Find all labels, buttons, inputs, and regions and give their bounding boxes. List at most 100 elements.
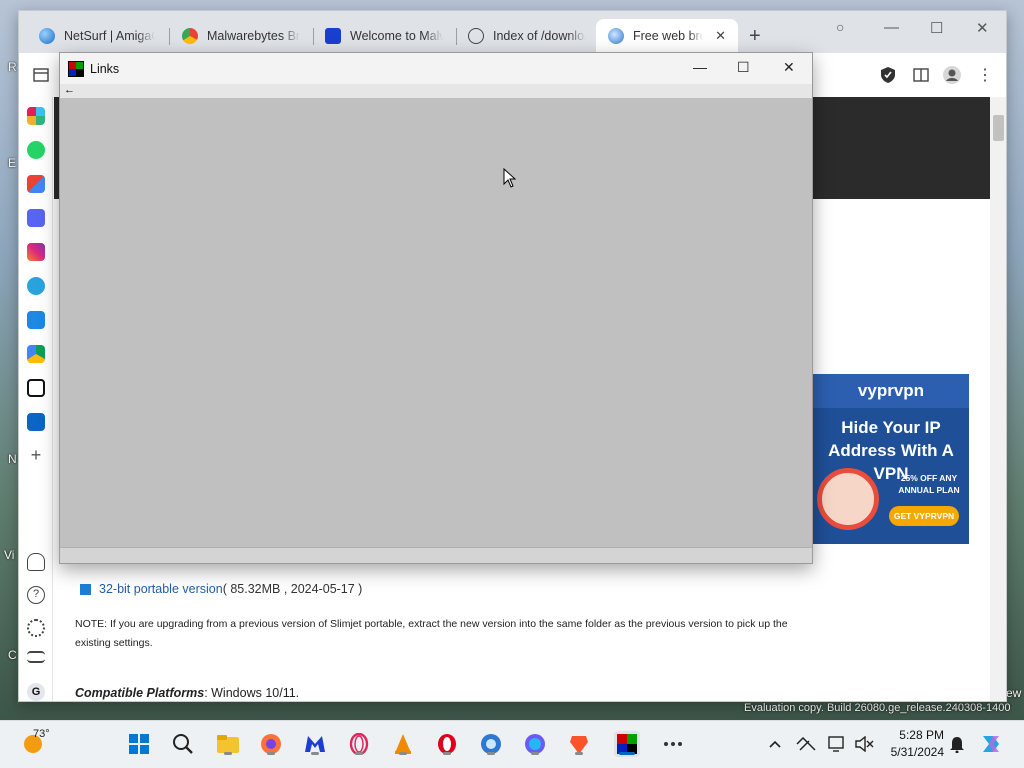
calendar-icon[interactable] [27,311,45,329]
opera-gx-icon[interactable] [346,731,372,757]
menu-kebab-icon[interactable]: ⋮ [975,65,995,85]
opera-icon[interactable] [434,731,460,757]
running-indicator [399,752,407,755]
running-indicator [531,752,539,755]
display-icon[interactable] [825,731,851,757]
weather-temperature[interactable]: 73° [33,728,50,740]
notion-icon[interactable] [27,379,45,397]
running-indicator [355,752,363,755]
new-tab-button[interactable]: + [749,25,761,48]
links-titlebar[interactable]: Links — ☐ ✕ [60,53,812,84]
bell-icon[interactable] [27,553,45,571]
more-apps-icon[interactable] [660,731,686,757]
links-window-title: Links [90,61,120,76]
tab-free-web-browser[interactable]: Free web browser ✕ [596,19,738,53]
chevron-up-icon[interactable] [762,731,788,757]
brave-icon[interactable] [566,731,592,757]
browser-search-tabs-icon[interactable]: ○ [836,19,844,35]
active-indicator [619,752,635,755]
mouse-cursor-icon [503,168,517,188]
tab-welcome-malwarebytes[interactable]: Welcome to Malwarebytes [313,19,455,53]
whatsapp-icon[interactable] [27,141,45,159]
start-windows-icon[interactable] [126,731,152,757]
help-icon[interactable]: ? [27,586,45,604]
shield-icon[interactable] [878,65,898,85]
account-g-icon[interactable]: G [27,683,45,701]
browser-maximize-button[interactable]: ☐ [930,19,943,37]
download-meta: ( 85.32MB , 2024-05-17 ) [222,582,363,596]
settings-gear-icon[interactable] [27,619,45,637]
running-indicator [224,752,232,755]
tab-netsurf[interactable]: NetSurf | AmigaOS [27,19,167,53]
file-explorer-icon[interactable] [215,731,241,757]
running-indicator [575,752,583,755]
volume-muted-icon[interactable] [851,731,877,757]
links-status-bar [60,547,812,563]
vlc-icon[interactable] [390,731,416,757]
instagram-icon[interactable] [27,243,45,261]
malwarebytes-icon[interactable] [302,731,328,757]
discord-icon[interactable] [27,209,45,227]
split-view-icon[interactable] [911,65,931,85]
clock-date: 5/31/2024 [890,745,944,759]
gmail-icon[interactable] [27,175,45,193]
profile-avatar-icon[interactable] [942,65,962,85]
slimjet-icon [608,28,624,44]
taskbar-clock[interactable]: 5:28 PM 5/31/2024 [884,727,944,761]
vpn-advertisement[interactable]: vyprvpn Hide Your IP Address With A VPN … [813,374,969,544]
sidebar-toggle-icon[interactable] [31,65,51,85]
desktop-icon-label[interactable]: E [8,156,16,170]
links-window: Links — ☐ ✕ ← [59,52,813,564]
search-icon[interactable] [170,731,196,757]
google-drive-icon[interactable] [27,345,45,363]
upgrade-note: NOTE: If you are upgrading from a previo… [75,618,788,649]
tab-index-downloads[interactable]: Index of /downloads [456,19,598,53]
browser-minimize-button[interactable]: — [884,19,899,36]
links-viewport[interactable] [60,98,812,547]
compat-label: Compatible Platforms [75,686,205,700]
desktop-icon-label[interactable]: Vi [4,548,14,562]
download-item-32bit-portable: 32-bit portable version ( 85.32MB , 2024… [80,582,362,596]
malwarebytes-icon [325,28,341,44]
links-close-button[interactable]: ✕ [783,59,795,76]
links-maximize-button[interactable]: ☐ [737,59,750,76]
desktop-icon-label[interactable]: C [8,648,17,662]
running-indicator [267,752,275,755]
tab-strip: NetSurf | AmigaOS Malwarebytes Browser G… [19,11,1006,53]
tab-label: Welcome to Malwarebytes [350,29,443,43]
globe-blue-icon [39,28,55,44]
taskbar: 73° 5:28 PM 5/31/2024 [0,720,1024,768]
network-disconnected-icon[interactable] [793,731,819,757]
desktop-icon-label[interactable]: N [8,452,17,466]
page-scrollbar-thumb[interactable] [993,115,1004,141]
telegram-icon[interactable] [27,277,45,295]
back-arrow-icon[interactable]: ← [64,84,75,96]
compatible-platforms: Compatible Platforms: Windows 10/11. [75,686,299,700]
globe-icon [468,28,484,44]
desktop-icon-label[interactable]: ew [1006,686,1021,700]
tab-label: NetSurf | AmigaOS [64,29,155,43]
browser-close-button[interactable]: ✕ [976,19,989,37]
add-app-icon[interactable]: + [27,446,45,465]
ad-cta-button[interactable]: GET VYPRVPN [889,506,959,526]
tab-malwarebytes-guard[interactable]: Malwarebytes Browser Guard [170,19,312,53]
linkedin-icon[interactable] [27,413,45,431]
links-taskbar-icon[interactable] [614,731,640,757]
download-link[interactable]: 32-bit portable version [99,582,223,596]
list-menu-icon[interactable] [27,651,45,663]
notification-bell-icon[interactable] [944,731,970,757]
clock-time: 5:28 PM [899,728,944,742]
tab-label: Free web browser [633,29,703,43]
desktop-icon-label[interactable]: R [8,60,17,74]
slimjet-icon[interactable] [478,731,504,757]
page-scrollbar[interactable] [990,97,1006,701]
browser-round-icon[interactable] [522,731,548,757]
slack-icon[interactable] [27,107,45,125]
browser-sidebar: + ? G [19,97,53,701]
links-minimize-button[interactable]: — [693,59,707,75]
compat-value: : Windows 10/11. [204,686,300,700]
running-indicator [487,752,495,755]
copilot-icon[interactable] [978,731,1004,757]
tab-close-icon[interactable]: ✕ [715,28,726,44]
firefox-icon[interactable] [258,731,284,757]
